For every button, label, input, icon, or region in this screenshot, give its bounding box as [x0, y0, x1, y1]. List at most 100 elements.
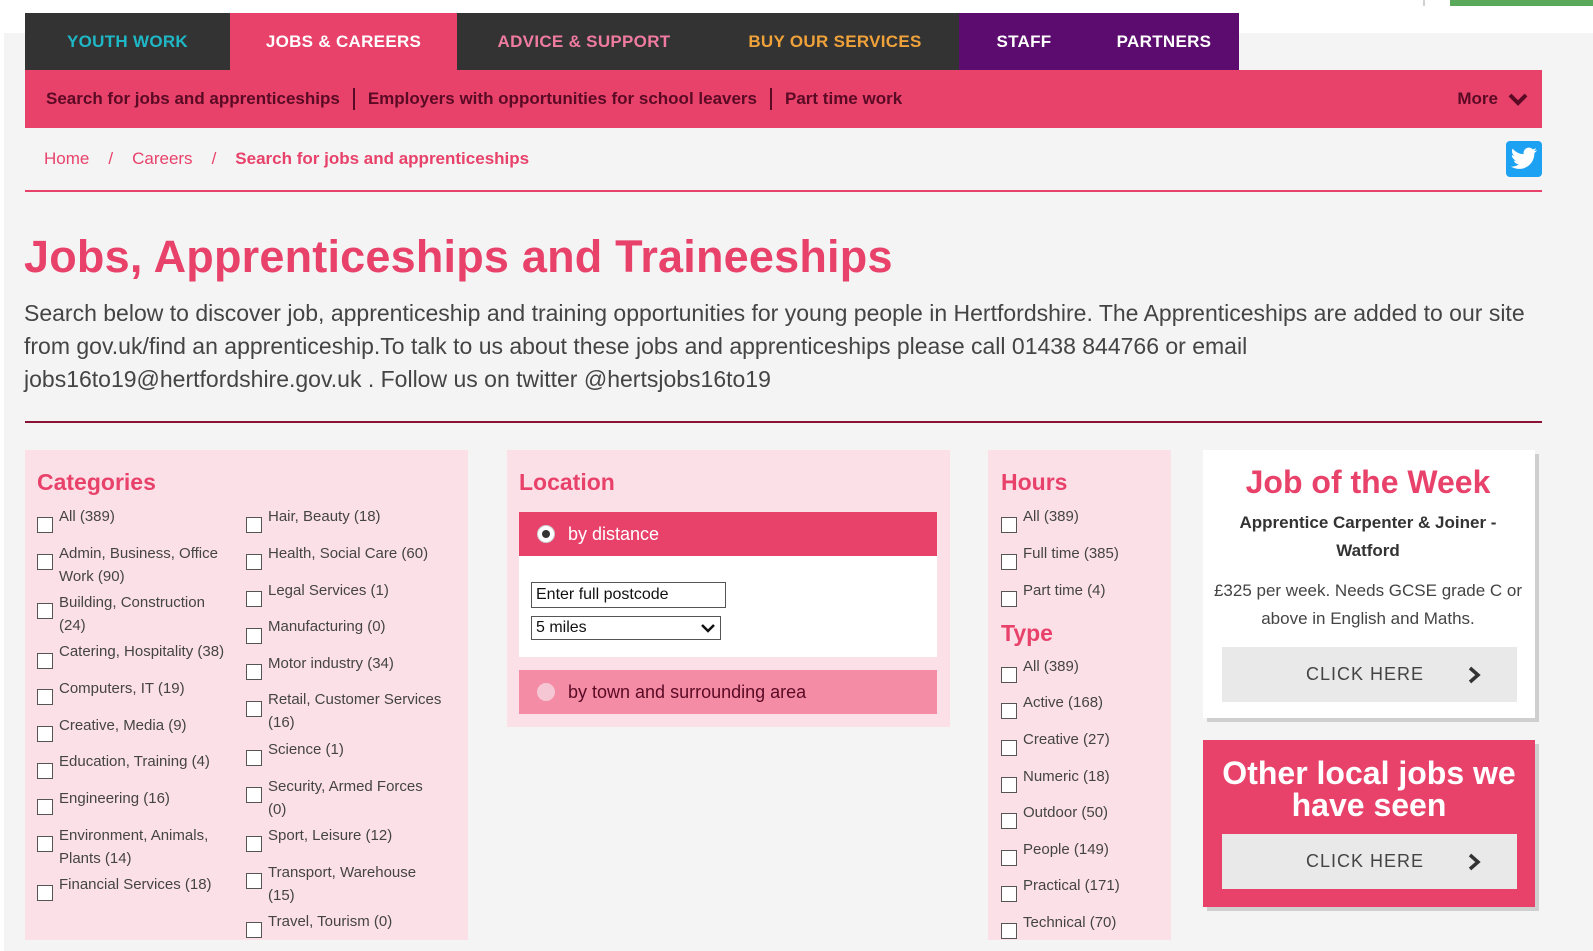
header-divider [25, 190, 1542, 192]
type-item-checkbox[interactable] [1001, 777, 1017, 793]
type-item-checkbox[interactable] [1001, 850, 1017, 866]
category-item-checkbox[interactable] [37, 799, 53, 815]
other-jobs-button-label: CLICK HERE [1306, 851, 1425, 871]
chevron-right-icon [1468, 666, 1481, 683]
postcode-input[interactable] [531, 582, 726, 608]
category-item-label: All (389) [59, 508, 115, 525]
intro-text: Search below to discover job, apprentice… [24, 300, 1525, 392]
category-item-checkbox[interactable] [246, 554, 262, 570]
category-item-label: Retail, Customer Services (16) [268, 691, 442, 731]
nav-partners[interactable]: PARTNERS [1089, 13, 1239, 70]
type-item-checkbox[interactable] [1001, 667, 1017, 683]
by-town-radio[interactable] [537, 683, 555, 701]
category-item-label: Security, Armed Forces (0) [268, 778, 423, 818]
type-item-checkbox[interactable] [1001, 923, 1017, 939]
hours-item-label: Full time (385) [1023, 545, 1119, 562]
category-item-label: Computers, IT (19) [59, 680, 185, 697]
type-item-checkbox[interactable] [1001, 703, 1017, 719]
category-item-label: Building, Construction (24) [59, 594, 205, 634]
category-item-checkbox[interactable] [37, 603, 53, 619]
twitter-icon[interactable] [1506, 141, 1542, 177]
more-label: More [1457, 89, 1498, 108]
type-heading: Type [1001, 620, 1053, 646]
by-town-label: by town and surrounding area [568, 681, 807, 702]
sub-nav-links: Search for jobs and apprenticeships Empl… [46, 70, 902, 128]
category-item-checkbox[interactable] [37, 885, 53, 901]
category-item-checkbox[interactable] [246, 664, 262, 680]
category-item-checkbox[interactable] [37, 689, 53, 705]
by-distance-radio[interactable] [537, 525, 555, 543]
by-distance-tab[interactable]: by distance [519, 512, 937, 556]
type-item-checkbox[interactable] [1001, 740, 1017, 756]
hours-heading: Hours [1001, 469, 1068, 495]
subnav-employers[interactable]: Employers with opportunities for school … [368, 89, 757, 109]
category-item-checkbox[interactable] [246, 750, 262, 766]
subnav-part-time[interactable]: Part time work [785, 89, 902, 109]
type-item-checkbox[interactable] [1001, 813, 1017, 829]
category-item-label: Sport, Leisure (12) [268, 827, 393, 844]
breadcrumb: Home / Careers / Search for jobs and app… [44, 149, 529, 169]
job-of-week-subtitle: Apprentice Carpenter & Joiner - Watford [1239, 513, 1497, 560]
category-item-label: Creative, Media (9) [59, 717, 187, 734]
category-item-label: Education, Training (4) [59, 753, 210, 770]
type-item-checkbox[interactable] [1001, 886, 1017, 902]
category-item-label: Travel, Tourism (0) [268, 913, 393, 930]
nav-advice-support[interactable]: ADVICE & SUPPORT [457, 13, 711, 70]
category-item-checkbox[interactable] [37, 653, 53, 669]
by-town-tab[interactable]: by town and surrounding area [519, 670, 937, 714]
hours-item-label: All (389) [1023, 508, 1079, 525]
category-item-checkbox[interactable] [246, 922, 262, 938]
type-item-label: Outdoor (50) [1023, 804, 1109, 821]
type-item-label: Active (168) [1023, 694, 1104, 711]
other-jobs-button[interactable]: CLICK HERE [1222, 834, 1517, 889]
more-menu-button[interactable]: More [1457, 70, 1528, 128]
nav-buy-services[interactable]: BUY OUR SERVICES [711, 13, 959, 70]
nav-staff[interactable]: STAFF [959, 13, 1089, 70]
job-of-week-button[interactable]: CLICK HERE [1222, 647, 1517, 702]
category-item-checkbox[interactable] [37, 517, 53, 533]
top-corner-divider [1423, 0, 1425, 6]
category-item-label: Transport, Warehouse (15) [268, 864, 417, 904]
category-item-label: Engineering (16) [59, 790, 170, 807]
category-item-label: Science (1) [268, 741, 344, 758]
category-item-checkbox[interactable] [246, 628, 262, 644]
breadcrumb-separator: / [211, 149, 217, 168]
category-item-checkbox[interactable] [37, 763, 53, 779]
hours-item-checkbox[interactable] [1001, 517, 1017, 533]
other-jobs-title: Other local jobs we have seen [1222, 755, 1516, 823]
top-corner-bar [1450, 0, 1593, 6]
category-item-checkbox[interactable] [246, 873, 262, 889]
job-of-week-description: £325 per week. Needs GCSE grade C or abo… [1213, 581, 1523, 628]
nav-youth-work[interactable]: YOUTH WORK [25, 13, 230, 70]
subnav-search-jobs[interactable]: Search for jobs and apprenticeships [46, 89, 340, 109]
breadcrumb-home[interactable]: Home [44, 149, 89, 169]
job-of-week-title: Job of the Week [1245, 464, 1491, 500]
type-item-label: Technical (70) [1023, 914, 1117, 931]
type-item-label: Numeric (18) [1023, 768, 1110, 785]
location-heading: Location [519, 469, 615, 495]
categories-heading: Categories [37, 469, 156, 495]
hours-item-checkbox[interactable] [1001, 591, 1017, 607]
hours-item-label: Part time (4) [1023, 582, 1106, 599]
category-item-checkbox[interactable] [37, 726, 53, 742]
category-item-checkbox[interactable] [37, 554, 53, 570]
distance-select[interactable]: 5 miles [531, 616, 721, 640]
category-item-label: Manufacturing (0) [268, 618, 386, 635]
nav-jobs-careers[interactable]: JOBS & CAREERS [230, 13, 457, 70]
breadcrumb-careers[interactable]: Careers [132, 149, 192, 169]
page-title: Jobs, Apprenticeships and Traineeships [24, 231, 893, 282]
category-item-checkbox[interactable] [246, 701, 262, 717]
main-nav: YOUTH WORK JOBS & CAREERS ADVICE & SUPPO… [25, 13, 1239, 70]
category-item-checkbox[interactable] [246, 517, 262, 533]
intro-divider [25, 421, 1542, 423]
sub-nav: Search for jobs and apprenticeships Empl… [25, 70, 1542, 128]
category-item-checkbox[interactable] [37, 836, 53, 852]
subnav-separator [770, 88, 773, 110]
category-item-checkbox[interactable] [246, 836, 262, 852]
category-item-checkbox[interactable] [246, 591, 262, 607]
chevron-down-icon [701, 624, 715, 633]
by-distance-label: by distance [568, 523, 660, 544]
breadcrumb-separator: / [108, 149, 114, 168]
hours-item-checkbox[interactable] [1001, 554, 1017, 570]
category-item-checkbox[interactable] [246, 787, 262, 803]
